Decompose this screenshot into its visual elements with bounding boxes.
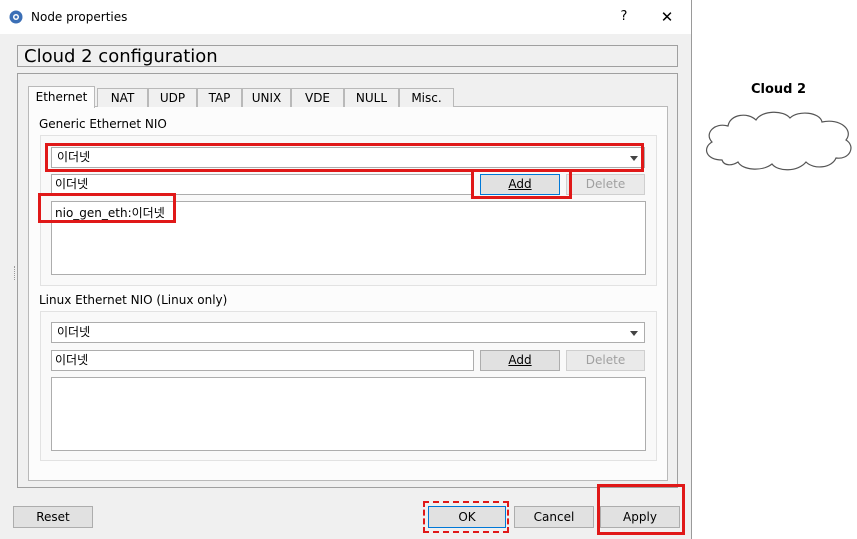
highlight-generic-combo bbox=[45, 143, 644, 172]
close-button[interactable]: ✕ bbox=[652, 4, 682, 30]
generic-delete-label: Delete bbox=[585, 177, 626, 191]
highlight-add-button bbox=[471, 169, 572, 199]
highlight-ok-button bbox=[423, 501, 509, 533]
linux-nio-combo[interactable]: 이더넷 bbox=[51, 322, 645, 343]
cloud-icon[interactable] bbox=[700, 110, 856, 172]
gns3-icon bbox=[9, 10, 23, 24]
title-bar: Node properties ? ✕ bbox=[0, 0, 691, 34]
cloud-node-label: Cloud 2 bbox=[751, 82, 807, 97]
linux-add-button[interactable]: Add bbox=[480, 350, 560, 371]
tab-vde[interactable]: VDE bbox=[291, 88, 344, 107]
resize-grip bbox=[14, 266, 17, 280]
tab-nat[interactable]: NAT bbox=[97, 88, 148, 107]
generic-nio-input[interactable]: 이더넷 bbox=[51, 174, 474, 195]
highlight-list-item bbox=[38, 193, 176, 223]
node-properties-dialog: Node properties ? ✕ Cloud 2 configuratio… bbox=[0, 0, 692, 539]
cancel-button[interactable]: Cancel bbox=[514, 506, 594, 528]
linux-nio-label: Linux Ethernet NIO (Linux only) bbox=[39, 293, 228, 307]
generic-nio-label: Generic Ethernet NIO bbox=[39, 117, 167, 131]
help-button[interactable]: ? bbox=[614, 6, 634, 28]
config-title: Cloud 2 configuration bbox=[17, 45, 678, 67]
linux-nio-combo-value: 이더넷 bbox=[57, 325, 91, 339]
tab-unix[interactable]: UNIX bbox=[242, 88, 291, 107]
tab-null[interactable]: NULL bbox=[344, 88, 399, 107]
chevron-down-icon bbox=[630, 331, 638, 336]
linux-delete-label: Delete bbox=[585, 353, 626, 367]
linux-delete-button[interactable]: Delete bbox=[566, 350, 645, 371]
reset-button[interactable]: Reset bbox=[13, 506, 93, 528]
tab-ethernet[interactable]: Ethernet bbox=[28, 86, 95, 108]
tab-misc[interactable]: Misc. bbox=[399, 88, 454, 107]
window-title: Node properties bbox=[31, 10, 128, 24]
generic-delete-button[interactable]: Delete bbox=[566, 174, 645, 195]
linux-nio-list[interactable] bbox=[51, 377, 646, 451]
tab-udp[interactable]: UDP bbox=[148, 88, 197, 107]
linux-nio-input[interactable]: 이더넷 bbox=[51, 350, 474, 371]
highlight-apply-button bbox=[597, 484, 685, 535]
tab-tap[interactable]: TAP bbox=[197, 88, 242, 107]
linux-add-label: Add bbox=[508, 353, 532, 367]
